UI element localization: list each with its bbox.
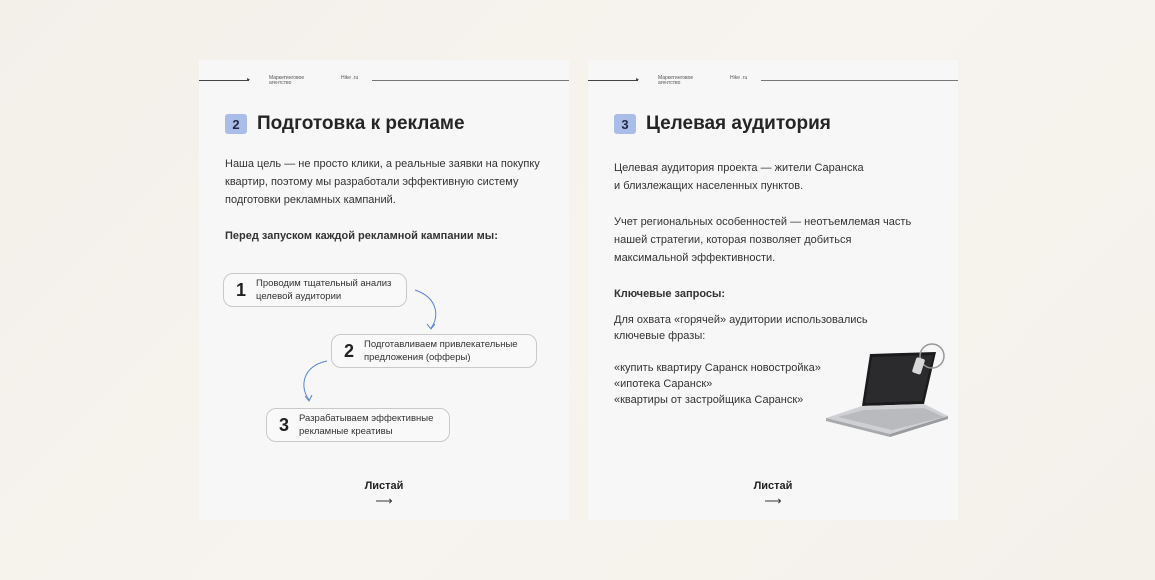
arrow-head-1 xyxy=(426,323,436,330)
slide-header: ▸ Маркетинговое агентство Hike .ru xyxy=(588,74,958,90)
step-3: 3 Разрабатываем эффективные рекламные кр… xyxy=(266,408,450,442)
step-1: 1 Проводим тщательный анализ целевой ауд… xyxy=(223,273,407,307)
step-2-text: Подготавливаем привлекательные предложен… xyxy=(364,339,518,363)
slide-target-audience: ▸ Маркетинговое агентство Hike .ru 3 Цел… xyxy=(588,60,958,520)
next-swipe-button[interactable]: Листай ⟶ xyxy=(199,480,569,508)
right-arrow-icon: ⟶ xyxy=(375,494,393,508)
keywords-heading: Ключевые запросы: xyxy=(614,288,726,300)
audience-text: Целевая аудитория проекта — жители Саран… xyxy=(614,162,864,192)
arrow-2-to-3 xyxy=(303,360,328,401)
header-divider xyxy=(761,80,958,81)
arrow-1-to-2 xyxy=(414,289,437,329)
title-row: 3 Целевая аудитория xyxy=(614,113,831,135)
next-label: Листай xyxy=(753,480,793,492)
slide-preparation: ▸ Маркетинговое агентство Hike .ru 2 Под… xyxy=(199,60,569,520)
next-label: Листай xyxy=(364,480,404,492)
step-2: 2 Подготавливаем привлекательные предлож… xyxy=(331,334,537,368)
right-arrow-icon: ⟶ xyxy=(764,494,782,508)
agency-label: Маркетинговое агентство xyxy=(658,75,694,86)
step-3-number: 3 xyxy=(278,414,289,435)
header-arrow-icon: ▸ xyxy=(636,77,640,83)
site-label: Hike .ru xyxy=(730,75,748,81)
step-3-text: Разрабатываем эффективные рекламные креа… xyxy=(299,413,434,437)
regional-text: Учет региональных особенностей — неотъем… xyxy=(614,216,912,264)
header-arrow-line xyxy=(588,80,638,81)
slide-number-badge: 3 xyxy=(614,114,636,134)
next-swipe-button[interactable]: Листай ⟶ xyxy=(588,480,958,508)
step-1-text: Проводим тщательный анализ целевой аудит… xyxy=(256,278,392,302)
step-2-number: 2 xyxy=(343,340,354,361)
slide-title: Целевая аудитория xyxy=(646,113,831,134)
laptop-illustration xyxy=(826,343,948,437)
step-1-number: 1 xyxy=(235,279,246,300)
